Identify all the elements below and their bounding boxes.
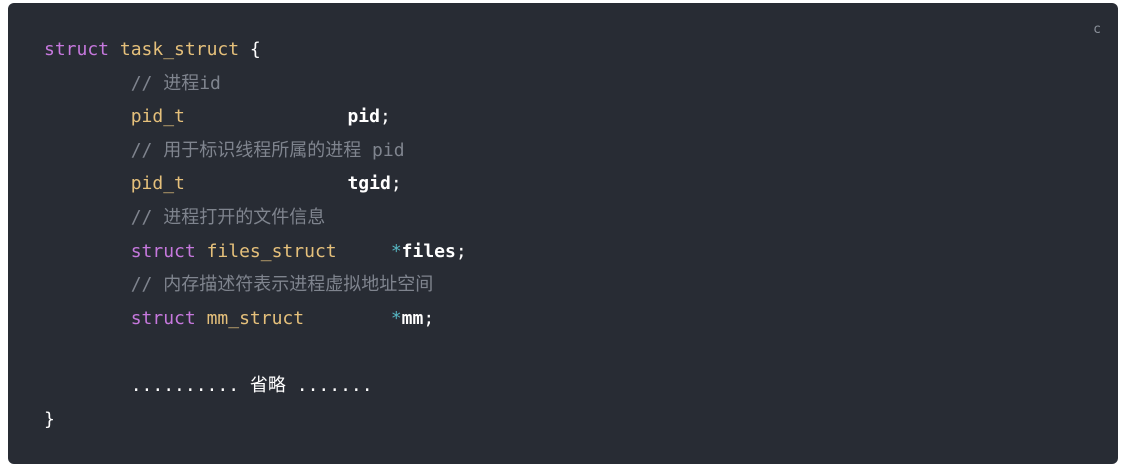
- code-line: struct files_struct *files;: [44, 235, 467, 269]
- omitted-text: .......... 省略 .......: [130, 374, 373, 396]
- code-line: // 内存描述符表示进程虚拟地址空间: [44, 268, 467, 302]
- punctuation: ;: [390, 173, 402, 195]
- field-name: mm: [401, 307, 424, 329]
- comment: // 进程id: [130, 72, 221, 94]
- pointer-operator: *: [390, 240, 402, 262]
- field-name: files: [401, 240, 456, 262]
- code-line: }: [44, 403, 467, 437]
- code-line: .......... 省略 .......: [44, 369, 467, 403]
- code-line: // 进程id: [44, 67, 467, 101]
- code-block: c struct task_struct { // 进程id pid_t pid…: [8, 3, 1118, 464]
- punctuation: {: [239, 39, 261, 60]
- language-label: c: [1093, 22, 1101, 37]
- field-name: pid: [347, 106, 380, 128]
- type-name: pid_t: [130, 106, 185, 128]
- code-line: pid_t tgid;: [44, 167, 467, 201]
- code-line: pid_t pid;: [44, 100, 467, 134]
- closing-brace: }: [44, 408, 55, 430]
- punctuation: ;: [455, 240, 467, 262]
- keyword: struct: [130, 307, 196, 329]
- type-name: files_struct: [206, 240, 337, 262]
- type-name: pid_t: [130, 173, 185, 195]
- pointer-operator: *: [390, 307, 402, 329]
- code-line-empty: [44, 335, 467, 369]
- code-line: struct task_struct {: [44, 33, 467, 67]
- code-line: // 进程打开的文件信息: [44, 201, 467, 235]
- type-name: mm_struct: [206, 307, 305, 329]
- punctuation: ;: [379, 106, 391, 128]
- punctuation: ;: [423, 307, 435, 329]
- field-name: tgid: [347, 173, 391, 195]
- comment: // 内存描述符表示进程虚拟地址空间: [130, 274, 434, 296]
- code-line: struct mm_struct *mm;: [44, 302, 467, 336]
- code-content: struct task_struct { // 进程id pid_t pid; …: [44, 33, 467, 436]
- keyword: struct: [44, 39, 110, 60]
- code-line: // 用于标识线程所属的进程 pid: [44, 134, 467, 168]
- type-name: task_struct: [119, 39, 240, 60]
- comment: // 用于标识线程所属的进程 pid: [130, 139, 405, 161]
- comment: // 进程打开的文件信息: [130, 206, 326, 228]
- keyword: struct: [130, 240, 196, 262]
